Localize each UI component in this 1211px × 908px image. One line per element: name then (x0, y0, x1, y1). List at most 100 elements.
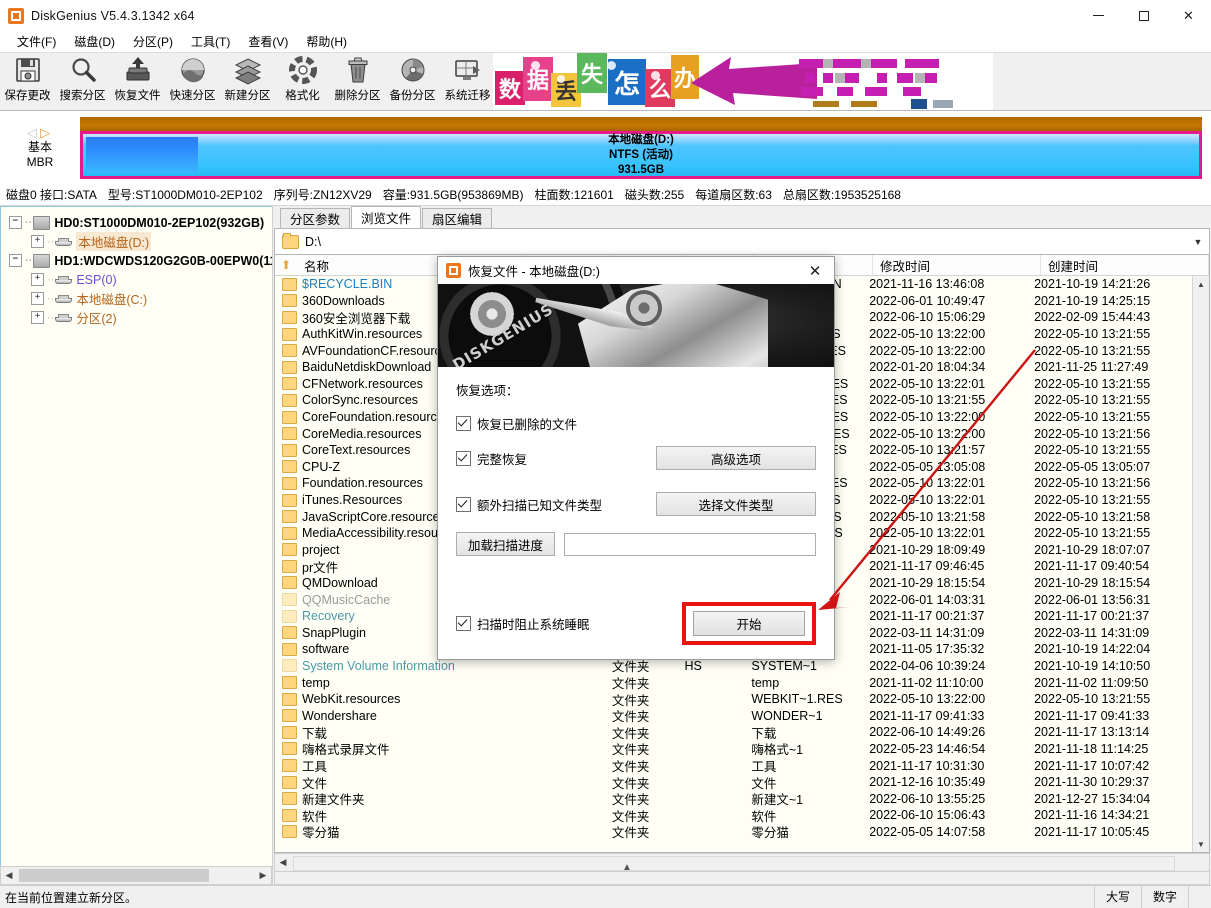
toolbar-recover-file[interactable]: 恢复文件 (110, 53, 165, 108)
tree-node-label: 本地磁盘(D:) (76, 232, 151, 251)
tree-scroll-thumb[interactable] (19, 869, 209, 882)
file-created-time: 2021-11-02 11:09:50 (1027, 676, 1192, 690)
file-name-text: QMDownload (302, 576, 378, 590)
tree-node-5[interactable]: +··分区(2) (7, 308, 272, 327)
new-partition-icon (233, 55, 263, 85)
tab-browse-files[interactable]: 浏览文件 (351, 206, 421, 228)
ad-banner[interactable]: 数 据 丢 失 怎 么 办 (493, 53, 993, 110)
file-row[interactable]: 零分猫文件夹零分猫2022-05-05 14:07:582021-11-17 1… (275, 824, 1192, 841)
tab-sector-edit[interactable]: 扇区编辑 (422, 208, 492, 228)
checkbox-scan-known-types[interactable] (456, 497, 471, 512)
file-row[interactable]: 软件文件夹软件2022-06-10 15:06:432021-11-16 14:… (275, 807, 1192, 824)
menu-file[interactable]: 文件(F) (8, 31, 65, 52)
file-pane-splitter[interactable]: ▲ (274, 872, 1210, 885)
collapse-icon[interactable]: − (9, 254, 22, 267)
tree-node-3[interactable]: +··ESP(0) (7, 270, 272, 289)
file-row[interactable]: 工具文件夹工具2021-11-17 10:31:302021-11-17 10:… (275, 757, 1192, 774)
chevron-down-icon[interactable]: ▼ (1187, 237, 1209, 247)
file-name-text: software (302, 642, 349, 656)
select-file-types-button[interactable]: 选择文件类型 (656, 492, 816, 516)
tree-node-2[interactable]: −··HD1:WDCWDS120G2G0B-00EPW0(11 (7, 251, 272, 270)
file-modified-time: 2021-11-17 00:21:37 (862, 609, 1027, 623)
path-bar[interactable]: D:\ ▼ (274, 228, 1210, 255)
disk-tree[interactable]: −··HD0:ST1000DM010-2EP102(932GB)+··本地磁盘(… (0, 206, 272, 866)
close-icon[interactable]: ✕ (796, 257, 834, 284)
expand-icon[interactable]: + (31, 292, 44, 305)
column-header-created[interactable]: 创建时间 (1041, 255, 1209, 275)
file-row[interactable]: temp文件夹temp2021-11-02 11:10:002021-11-02… (275, 674, 1192, 691)
load-scan-progress-button[interactable]: 加载扫描进度 (456, 532, 555, 556)
tree-scroll-left-icon[interactable]: ◀ (1, 868, 17, 883)
toolbar-new-partition[interactable]: 新建分区 (220, 53, 275, 108)
disk-nav-arrows[interactable]: ◁▷ (27, 126, 53, 140)
file-name: Wondershare (275, 709, 520, 723)
file-hscroll-track[interactable] (291, 855, 1209, 870)
file-created-time: 2022-05-10 13:21:55 (1027, 327, 1192, 341)
close-button[interactable]: ✕ (1166, 0, 1211, 31)
checkbox-complete-recovery[interactable] (456, 451, 471, 466)
tree-horizontal-scrollbar[interactable]: ◀ ▶ (0, 866, 272, 885)
scroll-up-icon[interactable]: ▲ (1193, 276, 1209, 292)
menu-view[interactable]: 查看(V) (239, 31, 297, 52)
file-modified-time: 2022-06-10 13:55:25 (862, 792, 1027, 806)
scan-progress-input[interactable] (564, 533, 816, 556)
checkbox-recover-deleted[interactable] (456, 416, 471, 431)
folder-icon (282, 361, 297, 374)
tree-connector: ·· (25, 217, 32, 229)
tree-node-4[interactable]: +··本地磁盘(C:) (7, 289, 272, 308)
status-resize-grip[interactable] (1188, 886, 1211, 908)
folder-icon (282, 659, 297, 672)
file-row[interactable]: WebKit.resources文件夹WEBKIT~1.RES2022-05-1… (275, 691, 1192, 708)
file-row[interactable]: System Volume Information文件夹HSSYSTEM~120… (275, 658, 1192, 675)
expand-icon[interactable]: + (31, 311, 44, 324)
up-arrow-icon[interactable]: ⬆ (275, 258, 297, 272)
file-row[interactable]: 新建文件夹文件夹新建文~12022-06-10 13:55:252021-12-… (275, 790, 1192, 807)
expand-icon[interactable]: + (31, 273, 44, 286)
partition-block-d[interactable]: 本地磁盘(D:) NTFS (活动) 931.5GB (80, 131, 1202, 179)
advanced-options-button[interactable]: 高级选项 (656, 446, 816, 470)
file-row[interactable]: Wondershare文件夹WONDER~12021-11-17 09:41:3… (275, 707, 1192, 724)
column-header-modified[interactable]: 修改时间 (873, 255, 1041, 275)
file-horizontal-scrollbar[interactable]: ◀ (274, 853, 1210, 872)
menu-partition[interactable]: 分区(P) (124, 31, 182, 52)
status-num: 数字 (1141, 886, 1188, 908)
file-row[interactable]: 下载文件夹下载2022-06-10 14:49:262021-11-17 13:… (275, 724, 1192, 741)
checkbox-prevent-sleep[interactable] (456, 616, 471, 631)
menu-disk[interactable]: 磁盘(D) (65, 31, 124, 52)
tab-partition-params[interactable]: 分区参数 (280, 208, 350, 228)
file-row[interactable]: 文件文件夹文件2021-12-16 10:35:492021-11-30 10:… (275, 774, 1192, 791)
toolbar-save-changes[interactable]: 保存更改 (0, 53, 55, 108)
menu-help[interactable]: 帮助(H) (297, 31, 356, 52)
scroll-down-icon[interactable]: ▼ (1193, 836, 1209, 852)
expand-icon[interactable]: + (31, 235, 44, 248)
file-scroll-track[interactable] (1193, 292, 1209, 836)
file-created-time: 2022-05-10 13:21:55 (1027, 377, 1192, 391)
partition-used-space (86, 137, 198, 173)
toolbar-backup-partition[interactable]: 备份分区 (385, 53, 440, 108)
menu-tools[interactable]: 工具(T) (182, 31, 239, 52)
path-input[interactable]: D:\ (305, 235, 1187, 249)
toolbar-quick-partition[interactable]: 快速分区 (165, 53, 220, 108)
file-modified-time: 2021-11-17 09:41:33 (862, 709, 1027, 723)
splitter-caret-icon[interactable]: ▲ (622, 862, 632, 873)
collapse-icon[interactable]: − (9, 216, 22, 229)
file-name: System Volume Information (275, 659, 520, 673)
toolbar-system-migrate[interactable]: 系统迁移 (440, 53, 495, 108)
minimize-button[interactable] (1076, 0, 1121, 31)
file-created-time: 2022-05-10 13:21:55 (1027, 526, 1192, 540)
file-scroll-left-icon[interactable]: ◀ (275, 855, 291, 870)
tree-scroll-right-icon[interactable]: ▶ (255, 868, 271, 883)
file-created-time: 2022-05-10 13:21:55 (1027, 493, 1192, 507)
file-list-vertical-scrollbar[interactable]: ▲ ▼ (1192, 276, 1209, 852)
tree-node-0[interactable]: −··HD0:ST1000DM010-2EP102(932GB) (7, 213, 272, 232)
tree-scroll-track[interactable] (17, 868, 255, 883)
tree-node-1[interactable]: +··本地磁盘(D:) (7, 232, 272, 251)
maximize-button[interactable] (1121, 0, 1166, 31)
toolbar-search-partition[interactable]: 搜索分区 (55, 53, 110, 108)
toolbar-format[interactable]: 格式化 (275, 53, 330, 108)
file-created-time: 2022-06-01 13:56:31 (1027, 593, 1192, 607)
toolbar-delete-partition[interactable]: 删除分区 (330, 53, 385, 108)
start-button[interactable]: 开始 (693, 611, 805, 636)
file-row[interactable]: 嗨格式录屏文件文件夹嗨格式~12022-05-23 14:46:542021-1… (275, 741, 1192, 758)
option-row-complete-recovery: 完整恢复 高级选项 (456, 446, 816, 470)
